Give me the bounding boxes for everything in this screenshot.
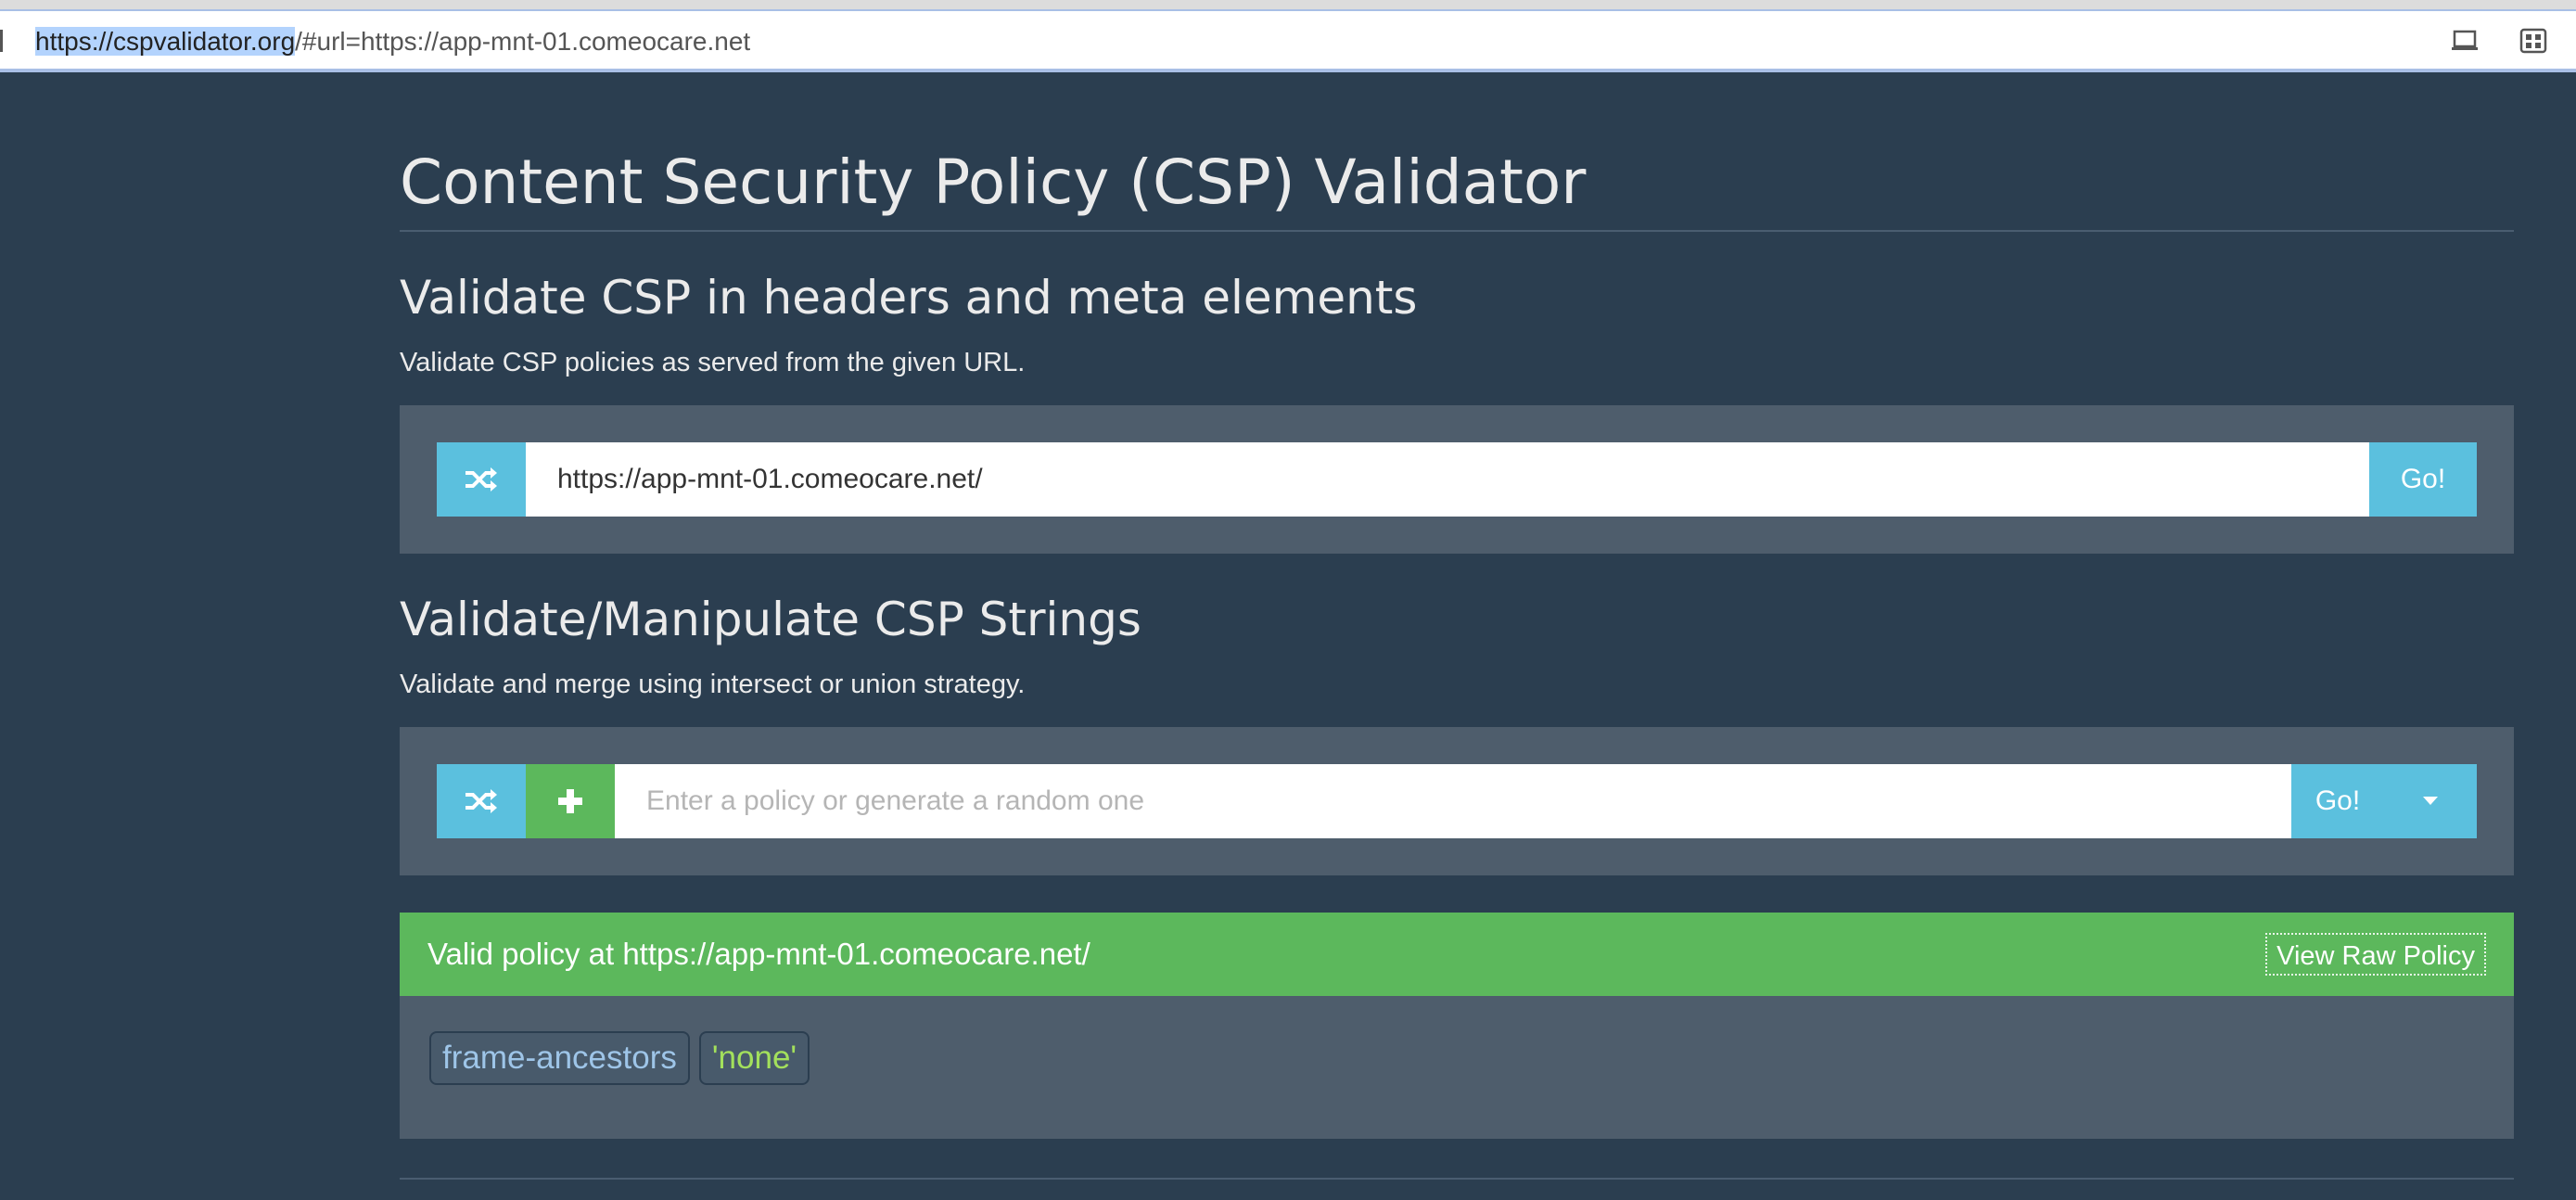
url-path: /#url=https://app-mnt-01.comeocare.net bbox=[295, 27, 751, 56]
url-validate-well: Go! bbox=[400, 404, 2514, 554]
source-value-tag: 'none' bbox=[698, 1030, 810, 1085]
url-go-button[interactable]: Go! bbox=[2369, 441, 2477, 517]
directive-tag: frame-ancestors bbox=[429, 1030, 690, 1085]
url-input-group: Go! bbox=[437, 441, 2477, 517]
extensions-icon[interactable] bbox=[2519, 28, 2547, 54]
main-container: Content Security Policy (CSP) Validator … bbox=[400, 72, 2514, 1139]
caret-down-icon bbox=[2423, 796, 2438, 805]
bottom-divider bbox=[400, 1178, 2514, 1180]
random-policy-button[interactable] bbox=[437, 763, 526, 838]
policy-input-group: Go! bbox=[437, 763, 2477, 838]
result-panel-header: Valid policy at https://app-mnt-01.comeo… bbox=[400, 912, 2514, 996]
policy-tokens: frame-ancestors 'none' bbox=[429, 1030, 810, 1085]
headers-section-description: Validate CSP policies as served from the… bbox=[400, 348, 1026, 377]
url-host: https://cspvalidator.org bbox=[35, 27, 296, 56]
plus-icon bbox=[558, 788, 582, 813]
policy-input[interactable] bbox=[615, 763, 2291, 838]
result-panel-body: frame-ancestors 'none' bbox=[400, 995, 2514, 1139]
shuffle-icon bbox=[465, 466, 497, 491]
browser-top-strip bbox=[0, 0, 2576, 11]
random-url-button[interactable] bbox=[437, 441, 526, 517]
strategy-dropdown-toggle[interactable] bbox=[2384, 763, 2477, 838]
address-bar[interactable]: https://cspvalidator.org/#url=https://ap… bbox=[0, 11, 2576, 72]
address-bar-edge bbox=[0, 30, 3, 52]
address-bar-url[interactable]: https://cspvalidator.org/#url=https://ap… bbox=[35, 11, 750, 72]
strings-section-heading: Validate/Manipulate CSP Strings bbox=[400, 592, 1141, 646]
policy-validate-well: Go! bbox=[400, 726, 2514, 875]
add-policy-button[interactable] bbox=[526, 763, 615, 838]
page-title: Content Security Policy (CSP) Validator bbox=[400, 72, 2514, 232]
policy-go-button[interactable]: Go! bbox=[2291, 763, 2384, 838]
headers-section-heading: Validate CSP in headers and meta element… bbox=[400, 271, 1418, 325]
cast-icon[interactable] bbox=[2451, 28, 2479, 54]
shuffle-icon bbox=[465, 788, 497, 813]
strings-section-description: Validate and merge using intersect or un… bbox=[400, 669, 1026, 699]
url-input[interactable] bbox=[526, 441, 2369, 517]
view-raw-policy-button[interactable]: View Raw Policy bbox=[2265, 932, 2486, 976]
result-title: Valid policy at https://app-mnt-01.comeo… bbox=[427, 936, 1090, 971]
